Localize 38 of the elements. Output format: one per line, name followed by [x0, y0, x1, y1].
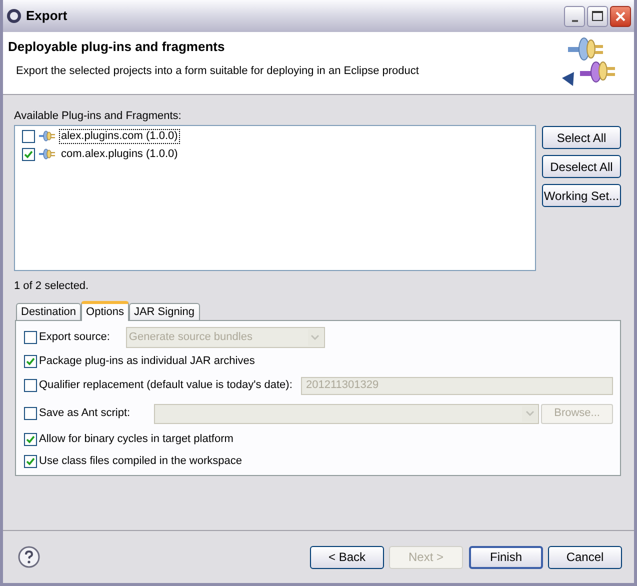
maximize-button[interactable] [587, 6, 608, 26]
button[interactable]: Cancel [548, 546, 622, 568]
plugin-item[interactable]: alex.plugins.com (1.0.0) [59, 128, 180, 144]
option-label: Export source: [39, 330, 110, 346]
button[interactable]: Deselect All [542, 155, 621, 178]
tab[interactable]: Destination [16, 302, 82, 320]
checkbox[interactable] [24, 433, 37, 446]
plugin-icon [39, 148, 55, 160]
option-label: Qualifier replacement (default value is today's date): [39, 378, 292, 394]
page-title: Deployable plug-ins and fragments [8, 38, 226, 56]
button[interactable]: Select All [542, 126, 621, 149]
page-description: Export the selected projects into a form suitable for deploying in an Eclipse product [15, 64, 419, 78]
checkbox[interactable] [22, 148, 35, 160]
checkbox[interactable] [24, 379, 37, 392]
button[interactable]: < Back [310, 546, 384, 568]
close-icon [615, 10, 626, 22]
option-label: Save as Ant script: [39, 406, 130, 422]
option-label: Package plug-ins as individual JAR archives [39, 354, 255, 370]
option-label: Allow for binary cycles in target platform [39, 432, 234, 448]
tab[interactable]: JAR Signing [128, 302, 200, 320]
plugin-item[interactable]: com.alex.plugins (1.0.0) [59, 146, 180, 162]
button[interactable]: Working Set... [542, 184, 621, 207]
option-label: Use class files compiled in the workspace [39, 454, 242, 470]
plugin-icon [39, 130, 55, 142]
close-button[interactable] [610, 6, 631, 26]
checkbox[interactable] [24, 407, 37, 420]
button[interactable]: Finish [469, 546, 543, 568]
checkbox[interactable] [24, 331, 37, 344]
checkbox[interactable] [24, 455, 37, 468]
checkbox[interactable] [24, 355, 37, 368]
checkbox[interactable] [22, 130, 35, 142]
selection-status: 1 of 2 selected. [14, 279, 90, 294]
help-icon[interactable] [18, 546, 40, 568]
plugins-label: Available Plug-ins and Fragments: [14, 109, 182, 123]
window-title: Export [26, 7, 68, 26]
minimize-button[interactable] [564, 6, 585, 26]
tab[interactable]: Options [81, 300, 129, 320]
app-icon [6, 8, 22, 24]
